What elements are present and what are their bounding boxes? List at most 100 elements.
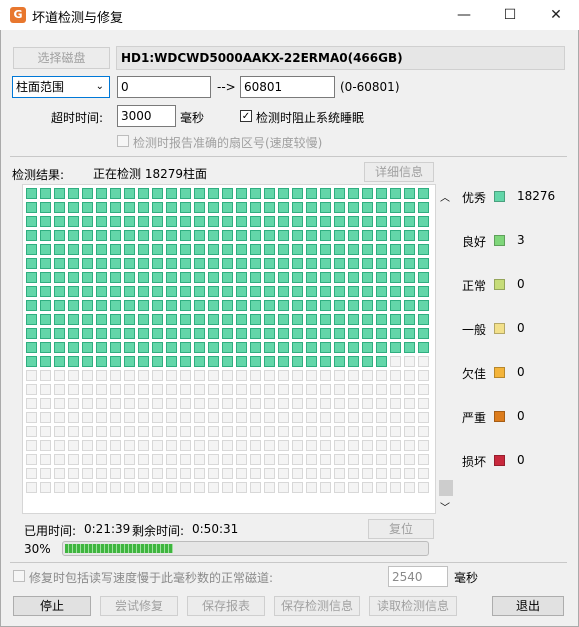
cylinder-cell: [138, 314, 149, 325]
cylinder-cell: [362, 398, 373, 409]
cylinder-cell: [306, 216, 317, 227]
cylinder-cell: [26, 370, 37, 381]
cylinder-cell: [264, 216, 275, 227]
cylinder-cell: [418, 314, 429, 325]
cylinder-cell: [404, 314, 415, 325]
cylinder-cell: [320, 272, 331, 283]
legend-label: 优秀: [462, 191, 487, 205]
cylinder-cell: [68, 202, 79, 213]
repair-slow-checkbox[interactable]: [13, 570, 25, 582]
reset-button[interactable]: 复位: [368, 519, 434, 539]
load-info-button[interactable]: 读取检测信息: [369, 596, 457, 616]
cylinder-cell: [68, 342, 79, 353]
cylinder-cell: [376, 398, 387, 409]
map-scrollbar[interactable]: ︿ ﹀: [438, 185, 454, 514]
cylinder-cell: [236, 230, 247, 241]
range-mode-select[interactable]: 柱面范围 ⌄: [12, 76, 110, 98]
cylinder-cell: [362, 230, 373, 241]
cylinder-cell: [166, 454, 177, 465]
detail-button[interactable]: 详细信息: [364, 162, 434, 182]
maximize-button[interactable]: ☐: [487, 0, 533, 30]
cylinder-cell: [138, 426, 149, 437]
cylinder-cell: [208, 300, 219, 311]
cylinder-cell: [194, 412, 205, 423]
cylinder-cell: [208, 384, 219, 395]
cylinder-cell: [222, 468, 233, 479]
scroll-down-icon[interactable]: ﹀: [440, 499, 450, 514]
minimize-button[interactable]: —: [441, 0, 487, 30]
timeout-input[interactable]: 3000: [117, 105, 176, 127]
cylinder-cell: [40, 314, 51, 325]
cylinder-cell: [404, 230, 415, 241]
cylinder-cell: [278, 426, 289, 437]
scroll-thumb[interactable]: [439, 480, 453, 496]
cylinder-cell: [376, 440, 387, 451]
legend-swatch: [494, 235, 505, 246]
cylinder-cell: [26, 426, 37, 437]
cylinder-cell: [194, 440, 205, 451]
cylinder-cell: [334, 328, 345, 339]
cylinder-cell: [376, 342, 387, 353]
exit-button[interactable]: 退出: [492, 596, 564, 616]
cylinder-cell: [334, 482, 345, 493]
cylinder-cell: [166, 216, 177, 227]
cylinder-cell: [320, 384, 331, 395]
close-button[interactable]: ✕: [533, 0, 579, 30]
cylinder-cell: [306, 398, 317, 409]
cylinder-cell: [348, 272, 359, 283]
cylinder-cell: [166, 482, 177, 493]
range-start-input[interactable]: 0: [117, 76, 211, 98]
cylinder-cell: [110, 188, 121, 199]
cylinder-cell: [208, 272, 219, 283]
cylinder-cell: [292, 398, 303, 409]
cylinder-cell: [54, 314, 65, 325]
cylinder-cell: [166, 412, 177, 423]
cylinder-cell: [124, 216, 135, 227]
cylinder-cell: [418, 188, 429, 199]
cylinder-cell: [54, 482, 65, 493]
repair-slow-input[interactable]: 2540: [388, 566, 448, 587]
prevent-sleep-checkbox[interactable]: ✓: [240, 110, 252, 122]
cylinder-cell: [40, 286, 51, 297]
cylinder-cell: [124, 244, 135, 255]
cylinder-cell: [264, 272, 275, 283]
cylinder-cell: [26, 188, 37, 199]
cylinder-cell: [54, 188, 65, 199]
cylinder-cell: [236, 356, 247, 367]
repair-slow-unit: 毫秒: [454, 571, 479, 585]
try-repair-button[interactable]: 尝试修复: [100, 596, 178, 616]
cylinder-cell: [334, 258, 345, 269]
report-sector-checkbox[interactable]: [117, 135, 129, 147]
cylinder-cell: [26, 398, 37, 409]
cylinder-cell: [166, 398, 177, 409]
cylinder-cell: [264, 342, 275, 353]
cylinder-cell: [152, 440, 163, 451]
cylinder-cell: [418, 328, 429, 339]
cylinder-cell: [348, 426, 359, 437]
cylinder-cell: [208, 356, 219, 367]
cylinder-cell: [250, 244, 261, 255]
save-info-button[interactable]: 保存检测信息: [274, 596, 360, 616]
cylinder-cell: [362, 216, 373, 227]
cylinder-cell: [390, 440, 401, 451]
cylinder-cell: [138, 258, 149, 269]
cylinder-cell: [138, 370, 149, 381]
stop-button[interactable]: 停止: [13, 596, 91, 616]
cylinder-cell: [306, 314, 317, 325]
cylinder-cell: [110, 356, 121, 367]
scroll-up-icon[interactable]: ︿: [440, 189, 450, 204]
cylinder-cell: [404, 328, 415, 339]
cylinder-cell: [278, 356, 289, 367]
cylinder-cell: [124, 482, 135, 493]
select-disk-button[interactable]: 选择磁盘: [13, 47, 110, 69]
cylinder-cell: [264, 454, 275, 465]
cylinder-cell: [404, 482, 415, 493]
cylinder-cell: [362, 328, 373, 339]
cylinder-cell: [278, 412, 289, 423]
cylinder-cell: [222, 272, 233, 283]
cylinder-cell: [320, 244, 331, 255]
save-report-button[interactable]: 保存报表: [187, 596, 265, 616]
cylinder-cell: [82, 342, 93, 353]
cylinder-cell: [194, 244, 205, 255]
range-end-input[interactable]: 60801: [240, 76, 335, 98]
